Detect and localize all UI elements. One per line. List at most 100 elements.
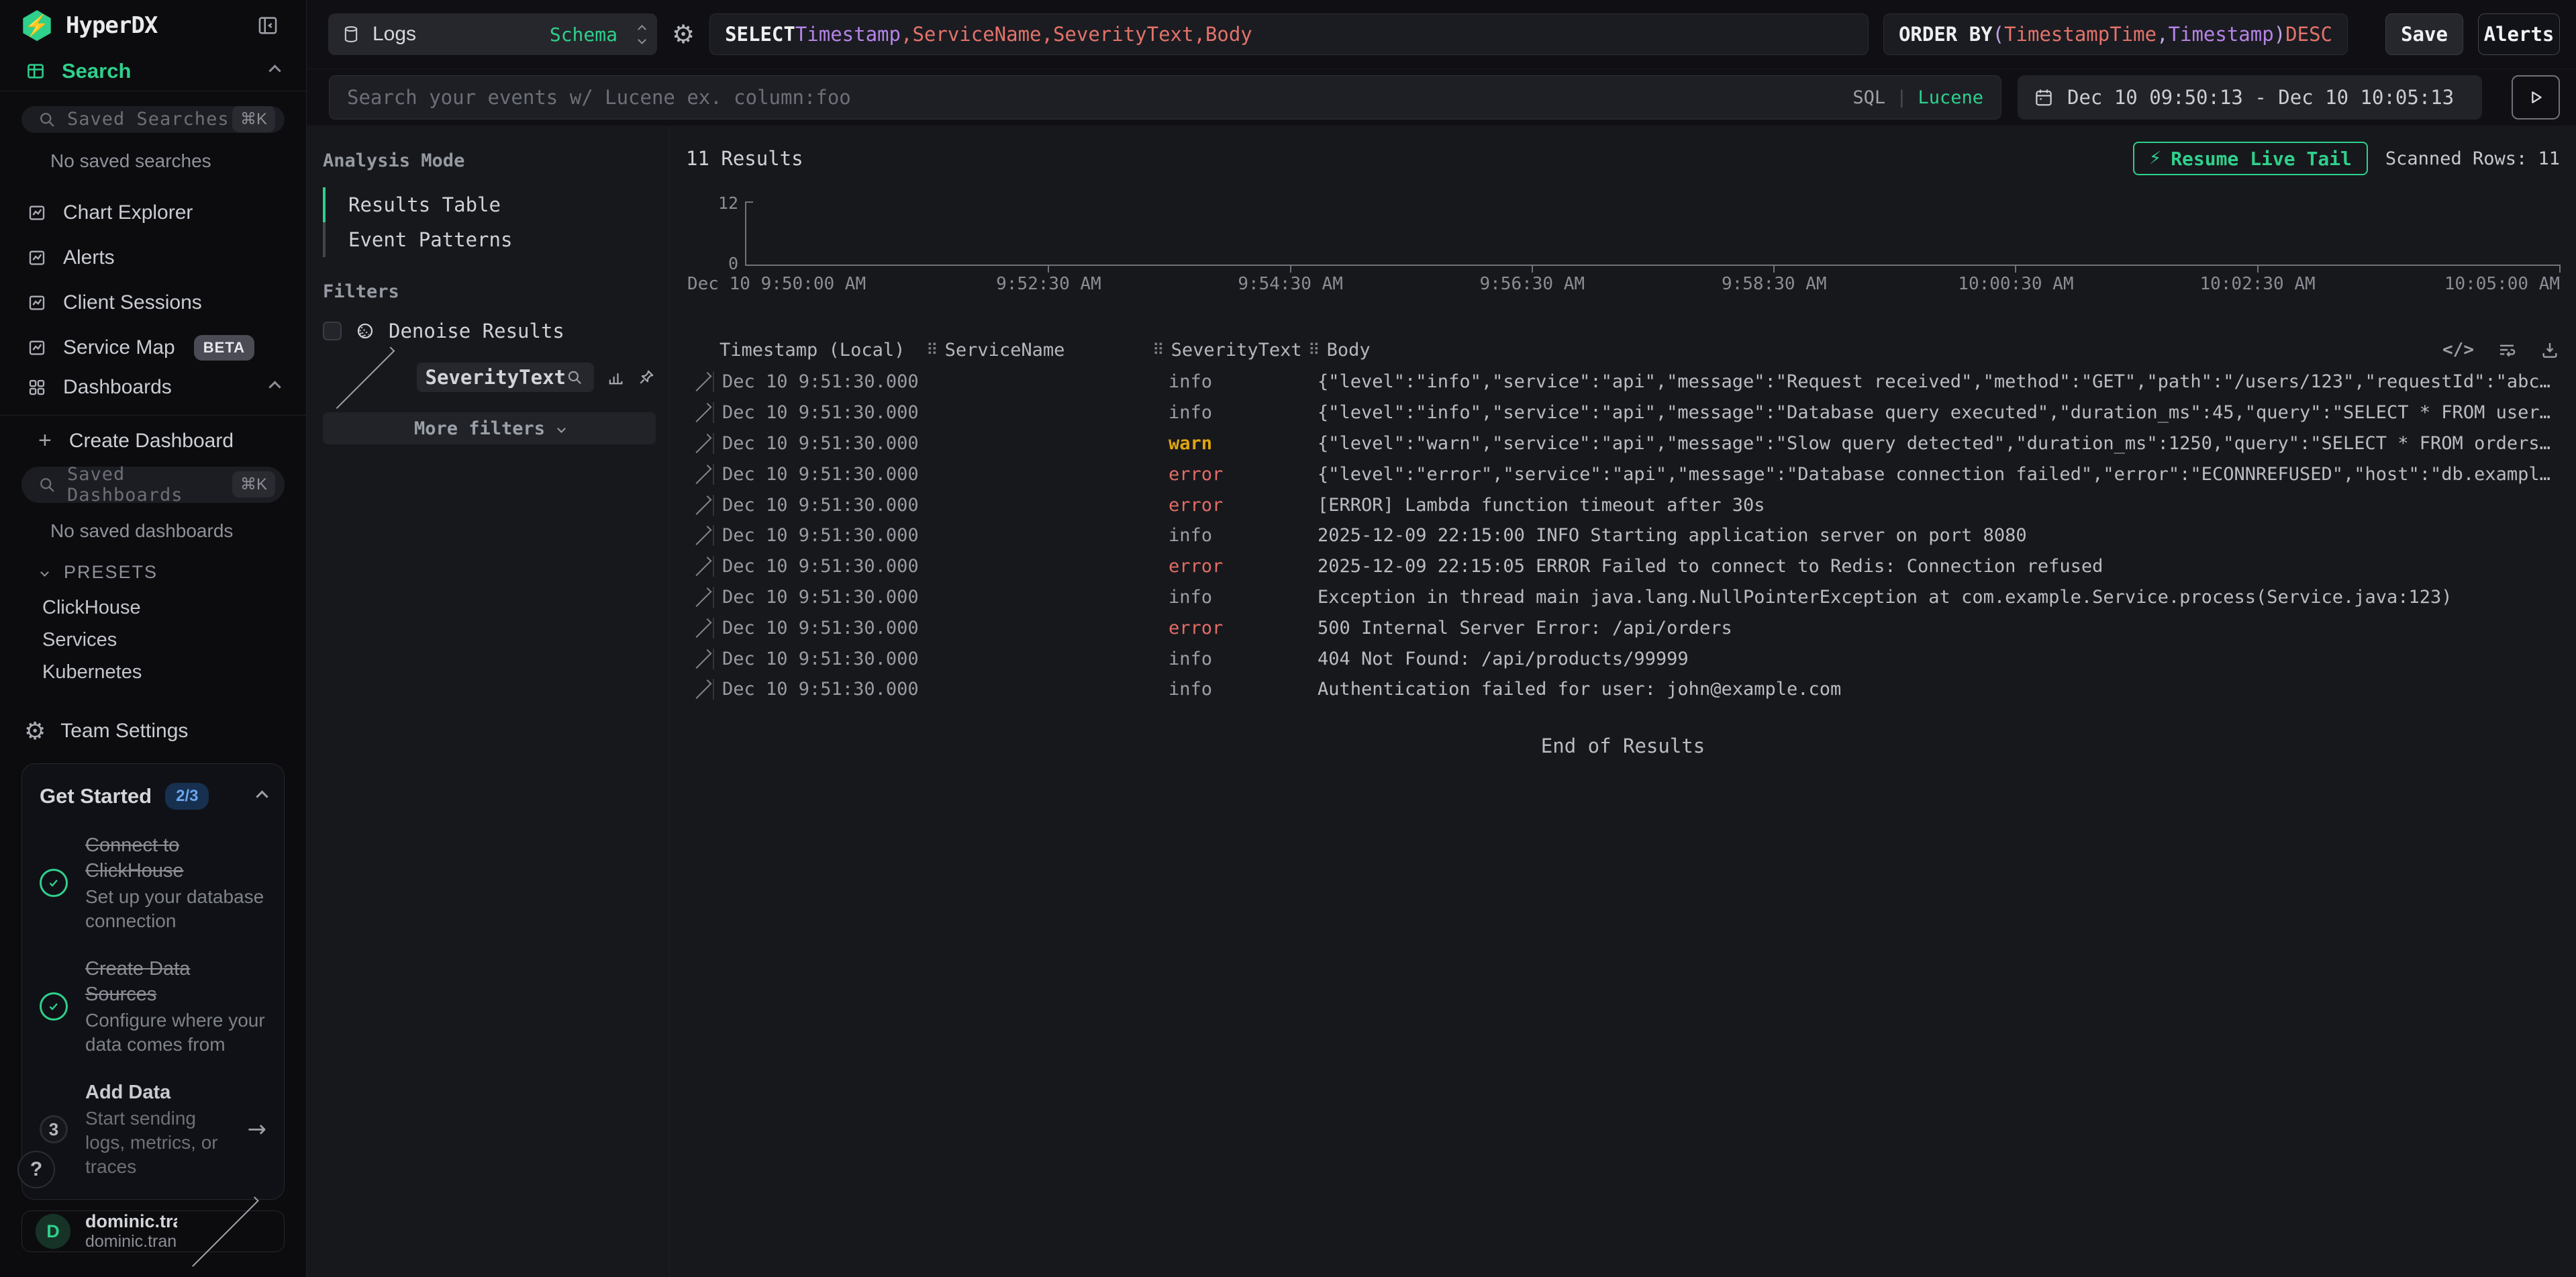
column-header-severitytext[interactable]: SeverityText xyxy=(1171,340,1302,361)
analysis-mode-tab[interactable]: Results Table xyxy=(323,187,656,222)
expand-row-icon[interactable] xyxy=(686,594,713,600)
code-view-icon[interactable]: </> xyxy=(2442,340,2474,360)
table-row[interactable]: Dec 10 9:51:30.000 AM error [ERROR] Lamb… xyxy=(686,489,2560,520)
sidebar-item-team-settings[interactable]: ⚙ Team Settings xyxy=(0,716,306,747)
presets-toggle[interactable]: PRESETS xyxy=(0,562,306,583)
source-select[interactable]: Logs Schema xyxy=(328,13,657,55)
sql-token: ( xyxy=(1993,23,2004,46)
sql-token: SELECT xyxy=(725,23,795,46)
expand-row-icon[interactable] xyxy=(686,502,713,508)
expand-row-icon[interactable] xyxy=(686,686,713,692)
cell-timestamp: Dec 10 9:51:30.000 AM xyxy=(713,495,926,516)
sidebar-nav-item[interactable]: Client Sessions xyxy=(0,281,306,326)
expand-row-icon[interactable] xyxy=(686,563,713,569)
x-tick-label: 10:02:30 AM xyxy=(2199,274,2315,294)
sidebar-item-dashboards[interactable]: Dashboards xyxy=(0,371,306,404)
expand-row-icon[interactable] xyxy=(686,410,713,416)
results-histogram[interactable]: 12 0 Dec 10 9:50:00 AM9:52:30 AM9:54:30 … xyxy=(686,181,2560,313)
severity-filter-field[interactable]: SeverityText xyxy=(417,363,594,392)
sidebar-nav-item[interactable]: Alerts xyxy=(0,236,306,281)
dashboards-icon xyxy=(27,377,47,397)
chevron-up-icon[interactable] xyxy=(256,790,268,802)
drag-handle-icon[interactable]: ⠿ xyxy=(1308,340,1320,359)
table-row[interactable]: Dec 10 9:51:30.000 AM warn {"level":"war… xyxy=(686,428,2560,459)
get-started-card: Get Started 2/3 Connect to ClickHouse Se… xyxy=(21,763,285,1200)
bar-chart-icon[interactable] xyxy=(606,368,625,387)
drag-handle-icon[interactable]: ⠿ xyxy=(1152,340,1165,359)
sidebar-item-search[interactable]: Search xyxy=(0,51,306,91)
table-row[interactable]: Dec 10 9:51:30.000 AM error {"level":"er… xyxy=(686,459,2560,489)
resume-live-tail-button[interactable]: ⚡ Resume Live Tail xyxy=(2133,142,2368,175)
arrow-right-icon[interactable]: → xyxy=(248,1116,267,1143)
search-grid-icon xyxy=(26,61,46,81)
orderby-clause-input[interactable]: ORDER BY (TimestampTime, Timestamp) DESC xyxy=(1883,13,2348,55)
expand-row-icon[interactable] xyxy=(686,379,713,385)
pin-icon[interactable] xyxy=(637,368,656,387)
select-clause-input[interactable]: SELECT Timestamp,ServiceName,SeverityTex… xyxy=(709,13,1869,55)
source-settings-gear-icon[interactable]: ⚙ xyxy=(672,19,695,49)
help-button[interactable]: ? xyxy=(17,1151,55,1188)
nav-item-icon xyxy=(27,203,47,223)
create-dashboard-label: Create Dashboard xyxy=(69,430,234,453)
gear-icon: ⚙ xyxy=(24,718,46,745)
lucene-toggle[interactable]: Lucene xyxy=(1918,87,1983,108)
schema-label: Schema xyxy=(550,23,617,46)
preset-item[interactable]: ClickHouse xyxy=(0,592,306,624)
chevron-up-icon[interactable] xyxy=(268,381,281,393)
denoise-icon xyxy=(355,321,375,341)
saved-dashboards-input[interactable]: Saved Dashboards ⌘K xyxy=(21,467,285,503)
expand-row-icon[interactable] xyxy=(686,440,713,446)
column-header-servicename[interactable]: ServiceName xyxy=(945,340,1065,361)
chevron-down-icon xyxy=(40,568,49,577)
expand-row-icon[interactable] xyxy=(686,532,713,538)
table-row[interactable]: Dec 10 9:51:30.000 AM info Authenticatio… xyxy=(686,674,2560,705)
nav-item-label: Chart Explorer xyxy=(63,201,193,224)
get-started-step[interactable]: Connect to ClickHouse Set up your databa… xyxy=(40,833,266,933)
table-row[interactable]: Dec 10 9:51:30.000 AM info {"level":"inf… xyxy=(686,367,2560,397)
analysis-mode-tab[interactable]: Event Patterns xyxy=(323,222,656,257)
presets-label: PRESETS xyxy=(64,562,158,583)
step-title: Create Data Sources xyxy=(85,956,266,1007)
preset-item[interactable]: Kubernetes xyxy=(0,657,306,689)
sql-token: Timestamp xyxy=(2169,23,2274,46)
step-title: Add Data xyxy=(85,1080,230,1105)
search-icon[interactable] xyxy=(566,369,583,386)
chevron-right-icon[interactable] xyxy=(333,346,395,409)
get-started-step[interactable]: 3 Add Data Start sending logs, metrics, … xyxy=(40,1080,266,1179)
saved-searches-input[interactable]: Saved Searches ⌘K xyxy=(21,106,285,133)
expand-row-icon[interactable] xyxy=(686,471,713,477)
download-icon[interactable] xyxy=(2540,340,2560,360)
table-row[interactable]: Dec 10 9:51:30.000 AM info 2025-12-09 22… xyxy=(686,520,2560,551)
event-search-input[interactable]: Search your events w/ Lucene ex. column:… xyxy=(329,75,2001,120)
table-row[interactable]: Dec 10 9:51:30.000 AM info {"level":"inf… xyxy=(686,397,2560,428)
chevron-up-icon[interactable] xyxy=(268,64,281,77)
preset-item[interactable]: Services xyxy=(0,624,306,657)
denoise-checkbox[interactable] xyxy=(323,322,342,340)
save-button[interactable]: Save xyxy=(2385,13,2463,55)
table-row[interactable]: Dec 10 9:51:30.000 AM error 2025-12-09 2… xyxy=(686,551,2560,582)
cell-body: Authentication failed for user: john@exa… xyxy=(1308,679,2560,700)
collapse-sidebar-icon[interactable] xyxy=(256,14,279,37)
column-header-body[interactable]: Body xyxy=(1327,340,1371,361)
sidebar: ⚡ HyperDX Search Saved Searches ⌘K No sa… xyxy=(0,0,307,1277)
wrap-lines-icon[interactable] xyxy=(2497,340,2517,360)
expand-row-icon[interactable] xyxy=(686,625,713,631)
run-query-button[interactable] xyxy=(2512,75,2560,120)
table-row[interactable]: Dec 10 9:51:30.000 AM info Exception in … xyxy=(686,582,2560,613)
drag-handle-icon[interactable]: ⠿ xyxy=(926,340,938,359)
denoise-results-option[interactable]: Denoise Results xyxy=(323,320,656,342)
table-row[interactable]: Dec 10 9:51:30.000 AM info 404 Not Found… xyxy=(686,643,2560,674)
sql-toggle[interactable]: SQL xyxy=(1852,87,1885,108)
get-started-step[interactable]: Create Data Sources Configure where your… xyxy=(40,956,266,1057)
more-filters-button[interactable]: More filters xyxy=(323,412,656,444)
table-row[interactable]: Dec 10 9:51:30.000 AM error 500 Internal… xyxy=(686,612,2560,643)
column-header-timestamp[interactable]: Timestamp (Local) xyxy=(720,340,905,361)
cell-timestamp: Dec 10 9:51:30.000 AM xyxy=(713,649,926,669)
expand-row-icon[interactable] xyxy=(686,656,713,662)
user-menu[interactable]: D dominic.tran@clic... dominic.tran@clic… xyxy=(21,1211,285,1252)
create-dashboard-button[interactable]: + Create Dashboard xyxy=(0,424,306,459)
alerts-button[interactable]: Alerts xyxy=(2478,13,2560,55)
date-range-picker[interactable]: Dec 10 09:50:13 - Dec 10 10:05:13 xyxy=(2018,75,2482,120)
sidebar-nav-item[interactable]: Chart Explorer xyxy=(0,191,306,236)
sidebar-nav-item[interactable]: Service Map BETA xyxy=(0,326,306,371)
